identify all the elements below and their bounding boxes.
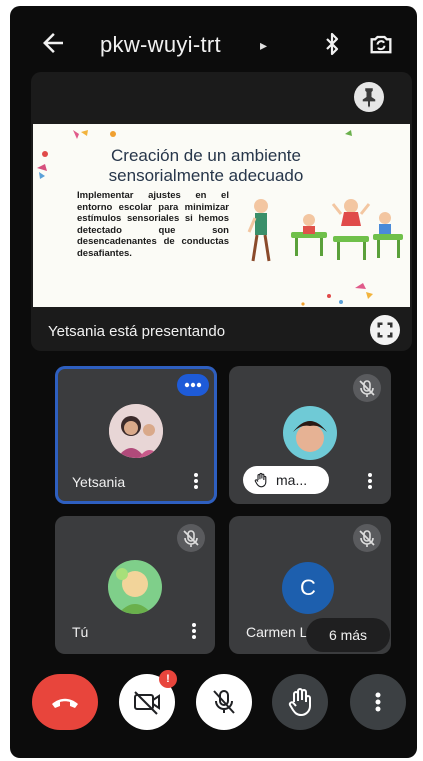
avatar [108,560,162,614]
slide-title-line-2: sensorialmente adecuado [108,166,304,185]
mic-off-icon [353,374,381,402]
shared-slide: Creación de un ambiente sensorialmente a… [33,124,410,307]
classroom-illustration [247,199,403,262]
more-vert-icon[interactable] [367,472,373,490]
raised-hand-pill[interactable]: ma... [243,466,329,494]
arrow-left-icon[interactable] [38,28,68,58]
audio-level-icon [184,382,202,388]
slide-title-line-1: Creación de un ambiente [111,146,301,165]
mic-toggle-button[interactable] [196,674,252,730]
bluetooth-icon[interactable] [320,30,344,58]
slide-body: Implementar ajustes en el entorno escola… [77,190,229,259]
mic-off-icon [213,690,235,714]
participant-name: Carmen L [246,624,308,640]
hang-up-icon [52,698,78,708]
avatar [109,404,163,458]
meet-screen: pkw-wuyi-trt ▸ Creación de un ambiente s… [10,6,417,758]
chevron-right-icon[interactable]: ▸ [260,37,267,54]
participant-name: Yetsania [72,474,126,490]
mic-off-icon [177,524,205,552]
butterfly-icon [73,130,88,139]
fullscreen-icon [377,322,393,338]
mic-off-icon [353,524,381,552]
participant-tile-raised-hand[interactable]: ma... [229,366,391,504]
avatar-initial: C [282,562,334,614]
raised-hand-icon [254,472,267,488]
fullscreen-button[interactable] [370,315,400,345]
raised-hand-name: ma... [276,472,308,488]
pin-button[interactable] [354,82,384,112]
avatar [283,406,337,460]
more-vert-icon[interactable] [193,472,199,490]
alert-badge: ! [159,670,177,688]
raised-hand-icon [288,688,311,716]
end-call-button[interactable] [32,674,98,730]
more-vert-icon[interactable] [191,622,197,640]
participant-name: Tú [72,624,89,640]
participant-tile-self[interactable]: Tú [55,516,215,654]
speaking-indicator [177,374,209,396]
raise-hand-button[interactable] [272,674,328,730]
meeting-code[interactable]: pkw-wuyi-trt [100,32,221,58]
more-options-button[interactable] [350,674,406,730]
switch-camera-icon[interactable] [367,30,395,58]
call-controls: ! [10,666,417,736]
presentation-panel[interactable]: Creación de un ambiente sensorialmente a… [31,72,412,351]
slide-title: Creación de un ambiente sensorialmente a… [81,146,331,186]
camera-toggle-button[interactable]: ! [119,670,177,730]
presenting-caption: Yetsania está presentando [48,323,226,340]
more-participants-badge[interactable]: 6 más [306,618,390,652]
pin-icon [362,88,376,108]
more-vert-icon [375,692,381,712]
participant-tile-yetsania[interactable]: Yetsania [55,366,217,504]
top-bar: pkw-wuyi-trt ▸ [10,6,417,78]
